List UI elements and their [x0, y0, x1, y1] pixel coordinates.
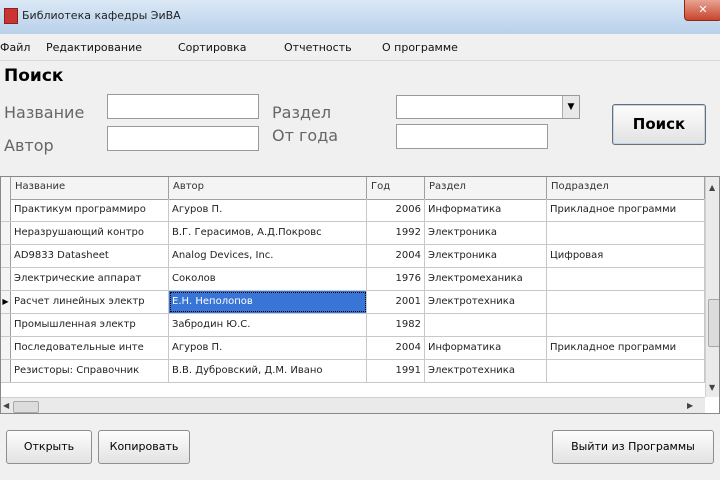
cell-year[interactable]: 2006 — [367, 199, 425, 221]
row-indicator[interactable] — [1, 245, 11, 267]
exit-button[interactable]: Выйти из Программы — [552, 430, 714, 464]
column-author[interactable]: Автор — [169, 177, 367, 199]
section-select[interactable]: ▼ — [396, 95, 580, 119]
app-icon — [4, 8, 18, 24]
horizontal-scroll-thumb[interactable] — [13, 401, 39, 413]
menu-bar: Файл Редактирование Сортировка Отчетност… — [0, 34, 720, 61]
cell-subsection[interactable] — [547, 268, 705, 290]
chevron-down-icon[interactable]: ▼ — [562, 96, 579, 118]
cell-author[interactable]: Агуров П. — [169, 337, 367, 359]
author-input[interactable] — [107, 126, 259, 151]
horizontal-scrollbar[interactable]: ◀ ▶ — [1, 397, 705, 413]
cell-title[interactable]: Неразрушающий контро — [11, 222, 169, 244]
menu-sort[interactable]: Сортировка — [178, 41, 247, 54]
column-subsection[interactable]: Подраздел — [547, 177, 705, 199]
close-button[interactable]: ✕ — [684, 0, 720, 21]
window-title: Библиотека кафедры ЭиВА — [22, 9, 181, 22]
cell-author[interactable]: Analog Devices, Inc. — [169, 245, 367, 267]
name-label: Название — [4, 103, 85, 122]
cell-section[interactable]: Электроника — [425, 222, 547, 244]
cell-subsection[interactable]: Прикладное программи — [547, 337, 705, 359]
cell-section[interactable]: Электротехника — [425, 291, 547, 313]
cell-author-selected[interactable]: Е.Н. Неполопов — [169, 291, 367, 313]
column-section[interactable]: Раздел — [425, 177, 547, 199]
cell-section[interactable]: Информатика — [425, 199, 547, 221]
cell-subsection[interactable] — [547, 360, 705, 382]
row-indicator[interactable] — [1, 337, 11, 359]
table-header: Название Автор Год Раздел Подраздел — [1, 177, 705, 200]
year-label: От года — [272, 126, 339, 145]
menu-about[interactable]: О программе — [382, 41, 458, 54]
copy-button[interactable]: Копировать — [98, 430, 190, 464]
menu-file[interactable]: Файл — [0, 41, 30, 54]
table-row[interactable]: Неразрушающий контро В.Г. Герасимов, А.Д… — [1, 222, 705, 245]
cell-subsection[interactable] — [547, 222, 705, 244]
section-label: Раздел — [272, 103, 332, 122]
row-indicator[interactable] — [1, 222, 11, 244]
search-heading: Поиск — [4, 66, 64, 86]
cell-title[interactable]: Промышленная электр — [11, 314, 169, 336]
cell-title[interactable]: Последовательные инте — [11, 337, 169, 359]
cell-year[interactable]: 2004 — [367, 245, 425, 267]
cell-author[interactable]: В.В. Дубровский, Д.М. Ивано — [169, 360, 367, 382]
table-row[interactable]: Промышленная электр Забродин Ю.С. 1982 — [1, 314, 705, 337]
menu-reports[interactable]: Отчетность — [284, 41, 352, 54]
row-indicator[interactable] — [1, 314, 11, 336]
cell-section[interactable]: Электроника — [425, 245, 547, 267]
cell-section[interactable]: Информатика — [425, 337, 547, 359]
books-table: Название Автор Год Раздел Подраздел Прак… — [0, 176, 720, 414]
table-row[interactable]: AD9833 Datasheet Analog Devices, Inc. 20… — [1, 245, 705, 268]
scroll-left-icon[interactable]: ◀ — [3, 401, 9, 410]
cell-title[interactable]: Практикум программиро — [11, 199, 169, 221]
cell-year[interactable]: 1991 — [367, 360, 425, 382]
table-row[interactable]: Последовательные инте Агуров П. 2004 Инф… — [1, 337, 705, 360]
cell-year[interactable]: 1976 — [367, 268, 425, 290]
author-label: Автор — [4, 136, 54, 155]
table-row[interactable]: Практикум программиро Агуров П. 2006 Инф… — [1, 199, 705, 222]
column-year[interactable]: Год — [367, 177, 425, 199]
cell-author[interactable]: В.Г. Герасимов, А.Д.Покровс — [169, 222, 367, 244]
row-indicator[interactable] — [1, 268, 11, 290]
vertical-scroll-thumb[interactable] — [708, 299, 719, 347]
cell-section[interactable]: Электротехника — [425, 360, 547, 382]
column-title[interactable]: Название — [11, 177, 169, 199]
cell-title[interactable]: Резисторы: Справочник — [11, 360, 169, 382]
cell-author[interactable]: Агуров П. — [169, 199, 367, 221]
cell-subsection[interactable]: Цифровая — [547, 245, 705, 267]
cell-subsection[interactable]: Прикладное программи — [547, 199, 705, 221]
table-row-current[interactable]: ▶ Расчет линейных электр Е.Н. Неполопов … — [1, 291, 705, 314]
cell-title[interactable]: Электрические аппарат — [11, 268, 169, 290]
table-row[interactable]: Резисторы: Справочник В.В. Дубровский, Д… — [1, 360, 705, 383]
cell-author[interactable]: Забродин Ю.С. — [169, 314, 367, 336]
cell-year[interactable]: 2004 — [367, 337, 425, 359]
scroll-right-icon[interactable]: ▶ — [687, 401, 693, 410]
cell-year[interactable]: 2001 — [367, 291, 425, 313]
row-indicator-header — [1, 177, 11, 199]
title-bar: Библиотека кафедры ЭиВА ✕ — [0, 0, 720, 35]
scroll-down-icon[interactable]: ▼ — [709, 383, 715, 392]
row-indicator[interactable] — [1, 360, 11, 382]
table-row[interactable]: Электрические аппарат Соколов 1976 Элект… — [1, 268, 705, 291]
row-indicator[interactable] — [1, 199, 11, 221]
menu-edit[interactable]: Редактирование — [46, 41, 142, 54]
cell-author[interactable]: Соколов — [169, 268, 367, 290]
current-row-marker-icon[interactable]: ▶ — [1, 291, 11, 313]
cell-subsection[interactable] — [547, 291, 705, 313]
open-button[interactable]: Открыть — [6, 430, 92, 464]
cell-title[interactable]: Расчет линейных электр — [11, 291, 169, 313]
cell-title[interactable]: AD9833 Datasheet — [11, 245, 169, 267]
search-button[interactable]: Поиск — [612, 104, 706, 145]
cell-section[interactable] — [425, 314, 547, 336]
cell-section[interactable]: Электромеханика — [425, 268, 547, 290]
scroll-up-icon[interactable]: ▲ — [709, 183, 715, 192]
cell-year[interactable]: 1992 — [367, 222, 425, 244]
vertical-scrollbar[interactable]: ▲ ▼ — [705, 177, 719, 397]
cell-subsection[interactable] — [547, 314, 705, 336]
cell-year[interactable]: 1982 — [367, 314, 425, 336]
name-input[interactable] — [107, 94, 259, 119]
year-input[interactable] — [396, 124, 548, 149]
